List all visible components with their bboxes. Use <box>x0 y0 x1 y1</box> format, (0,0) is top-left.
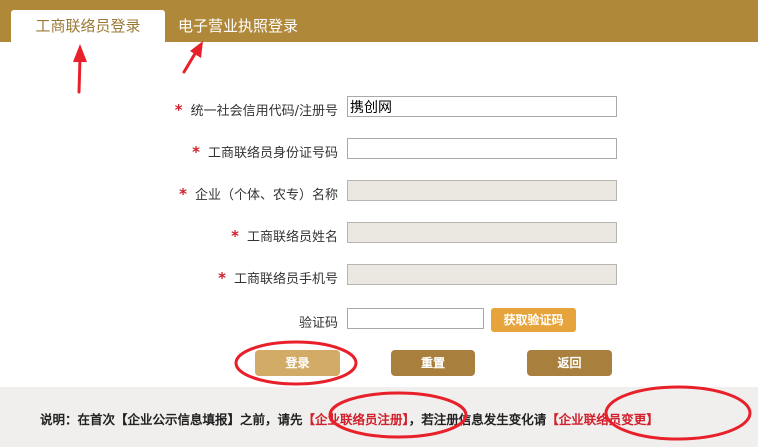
field-row-id-number: * 工商联络员身份证号码 <box>0 138 758 162</box>
field-row-credit-code: * 统一社会信用代码/注册号 <box>0 96 758 120</box>
field-label: * 工商联络员姓名 <box>231 227 338 245</box>
liaison-name-input <box>347 222 617 243</box>
footer-note: 说明：在首次【企业公示信息填报】之前，请先【企业联络员注册】，若注册信息发生变化… <box>0 387 758 447</box>
credit-code-input[interactable] <box>347 96 617 117</box>
field-row-phone: * 工商联络员手机号 <box>0 264 758 288</box>
reset-button[interactable]: 重置 <box>391 350 475 376</box>
field-label: * 工商联络员手机号 <box>218 269 338 287</box>
company-name-input <box>347 180 617 201</box>
field-label: * 统一社会信用代码/注册号 <box>174 101 338 119</box>
field-label: * 工商联络员身份证号码 <box>192 143 338 161</box>
captcha-input[interactable] <box>347 308 484 329</box>
field-row-company-name: * 企业（个体、农专）名称 <box>0 180 758 204</box>
required-mark: * <box>231 227 239 245</box>
register-link[interactable]: 【企业联络员注册】 <box>303 412 409 427</box>
change-link[interactable]: 【企业联络员变更】 <box>546 412 659 427</box>
required-mark: * <box>192 143 200 161</box>
get-captcha-button[interactable]: 获取验证码 <box>491 308 576 332</box>
field-row-liaison-name: * 工商联络员姓名 <box>0 222 758 246</box>
tab-bar: 工商联络员登录 电子营业执照登录 <box>0 0 758 42</box>
field-row-captcha: 验证码 获取验证码 <box>0 308 758 332</box>
phone-input <box>347 264 617 285</box>
field-label: * 企业（个体、农专）名称 <box>179 185 338 203</box>
footer-text: 说明：在首次【企业公示信息填报】之前，请先【企业联络员注册】，若注册信息发生变化… <box>40 412 659 427</box>
tab-liaison-login[interactable]: 工商联络员登录 <box>11 10 165 42</box>
back-button[interactable]: 返回 <box>527 350 612 376</box>
captcha-label: 验证码 <box>298 316 338 331</box>
annotation-arrow-icon <box>182 41 203 74</box>
login-button[interactable]: 登录 <box>255 350 340 376</box>
annotation-arrow-icon <box>73 44 87 94</box>
required-mark: * <box>179 185 187 203</box>
required-mark: * <box>174 101 183 119</box>
required-mark: * <box>218 269 226 287</box>
id-number-input[interactable] <box>347 138 617 159</box>
tab-e-license-login[interactable]: 电子营业执照登录 <box>178 16 298 36</box>
